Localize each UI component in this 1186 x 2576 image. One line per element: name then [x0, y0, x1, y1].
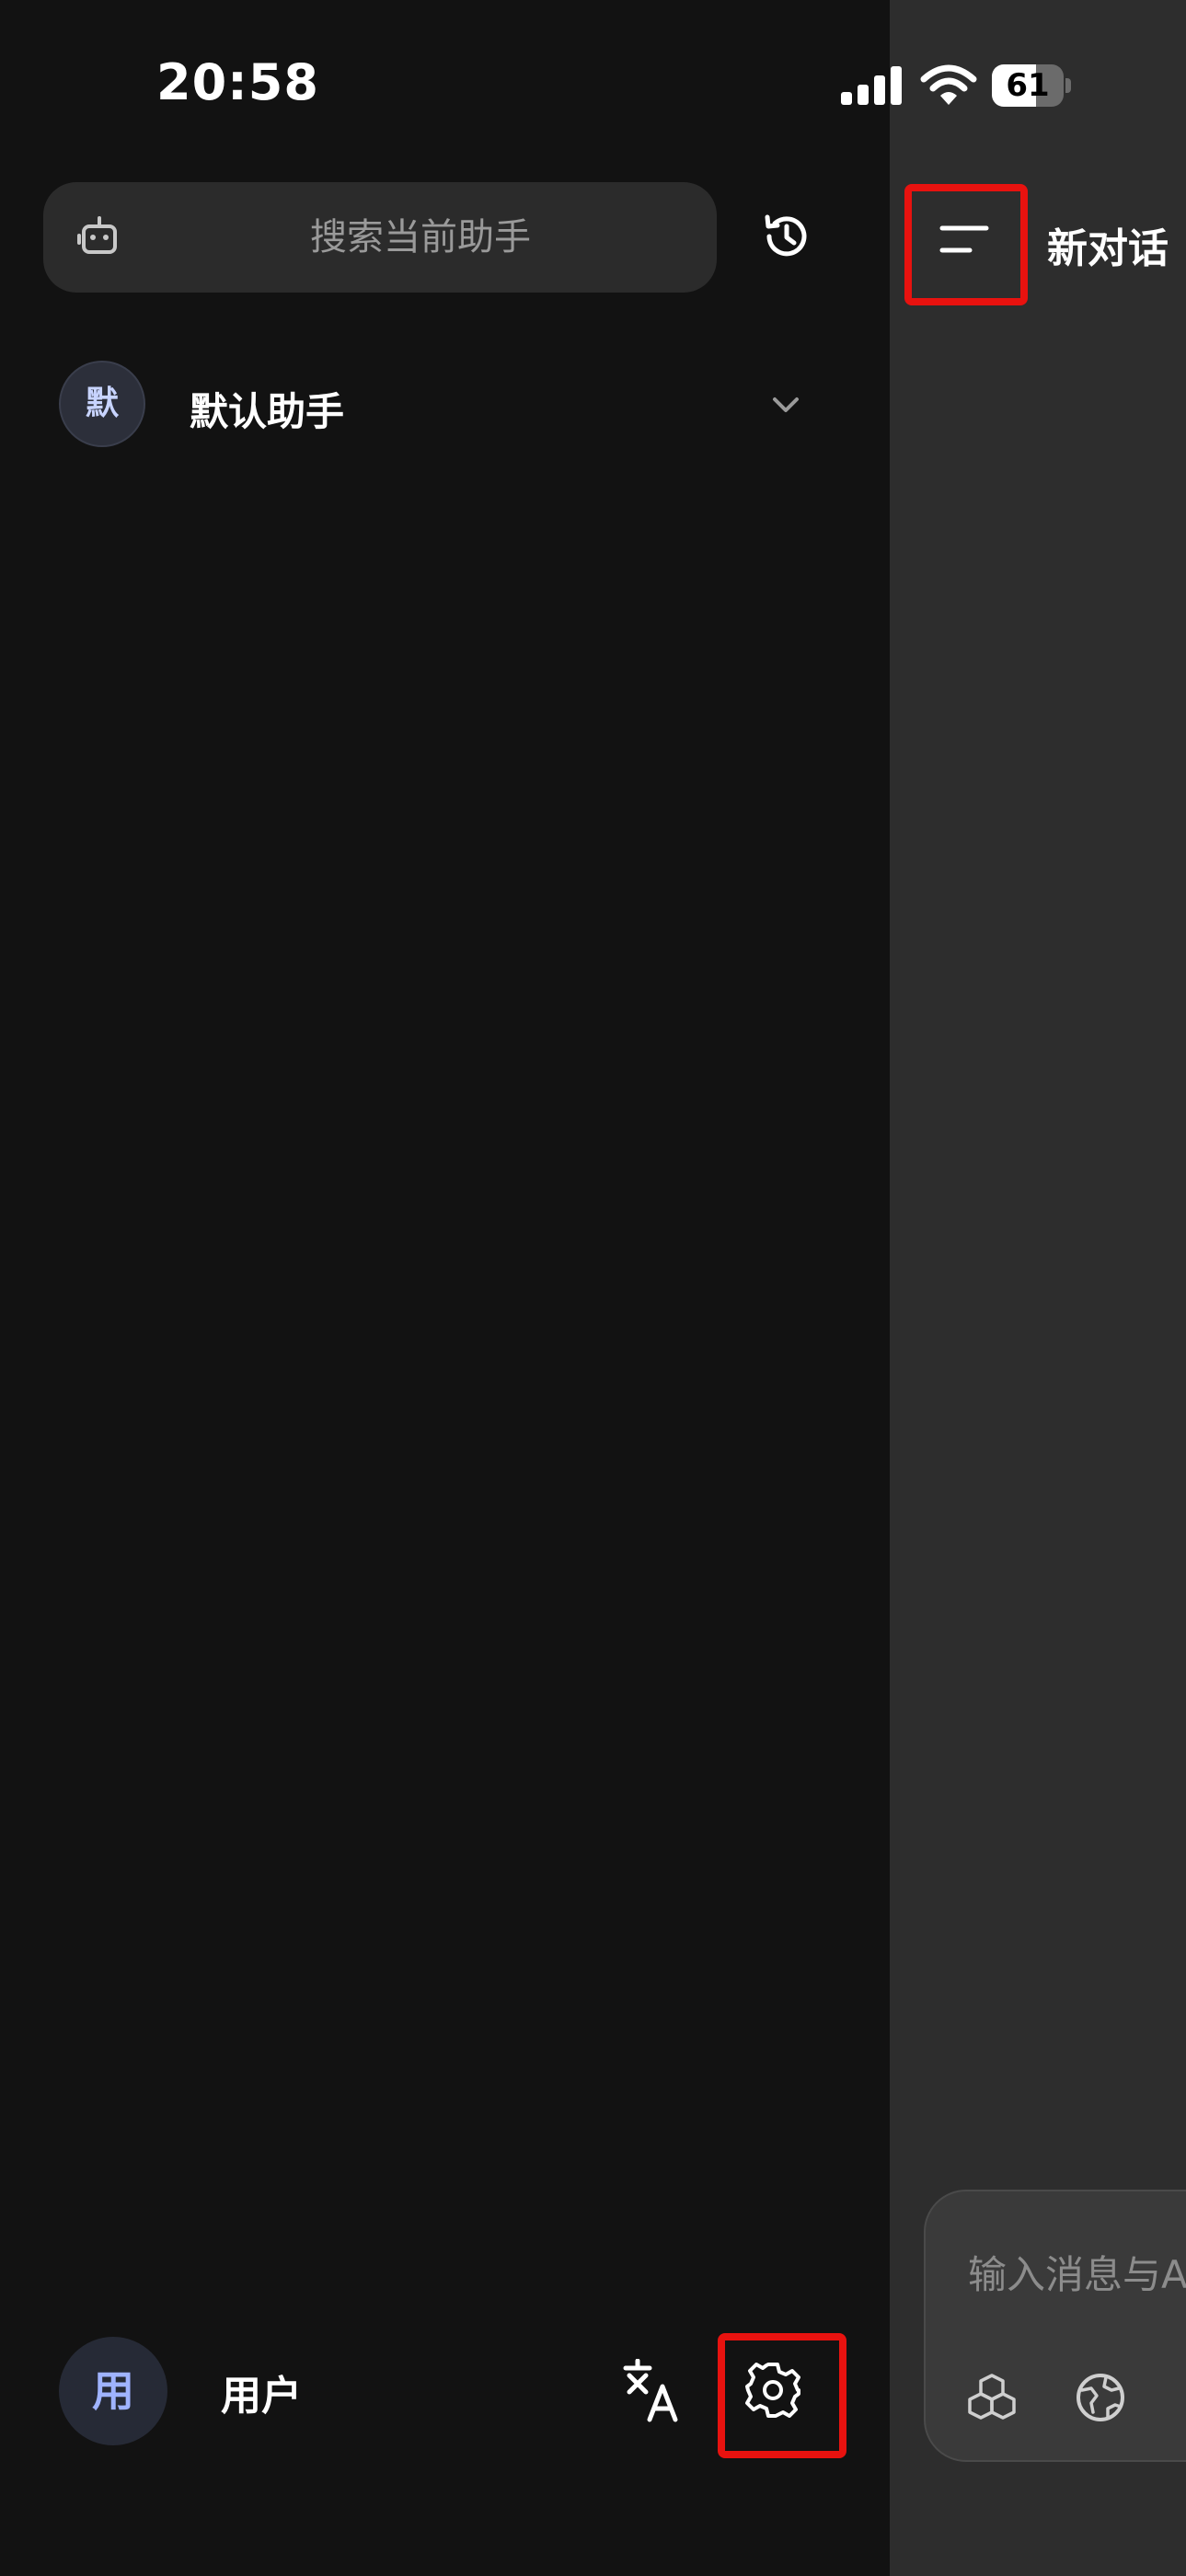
cellular-signal-icon: [841, 66, 902, 105]
cubes-icon[interactable]: [964, 2370, 1019, 2425]
status-time: 20:58: [156, 53, 319, 111]
globe-icon[interactable]: [1073, 2370, 1128, 2425]
assistant-avatar: 默: [59, 361, 145, 447]
message-composer[interactable]: [924, 2190, 1186, 2462]
screen: 20:58 默 默认助手 用 用户: [0, 0, 1186, 2576]
assistant-drawer: 20:58 默 默认助手 用 用户: [0, 0, 890, 2576]
battery-icon: 61: [992, 64, 1071, 107]
user-avatar[interactable]: 用: [59, 2337, 167, 2445]
chevron-down-icon[interactable]: [767, 386, 804, 423]
assistant-item-default[interactable]: 默 默认助手: [59, 361, 813, 449]
assistant-search-bar[interactable]: [43, 182, 717, 293]
user-name: 用户: [221, 2373, 302, 2420]
conversation-title: 新对话: [1047, 225, 1169, 272]
translate-icon[interactable]: [622, 2359, 681, 2423]
menu-button-highlight: [904, 184, 1028, 305]
assistant-name: 默认助手: [190, 389, 345, 434]
history-icon[interactable]: [760, 210, 813, 263]
message-input[interactable]: [968, 2237, 1186, 2311]
battery-percent: 61: [1006, 67, 1050, 104]
robot-icon: [77, 216, 117, 254]
settings-button-highlight: [718, 2333, 846, 2458]
wifi-icon: [920, 64, 977, 105]
assistant-search-input[interactable]: [144, 182, 697, 293]
